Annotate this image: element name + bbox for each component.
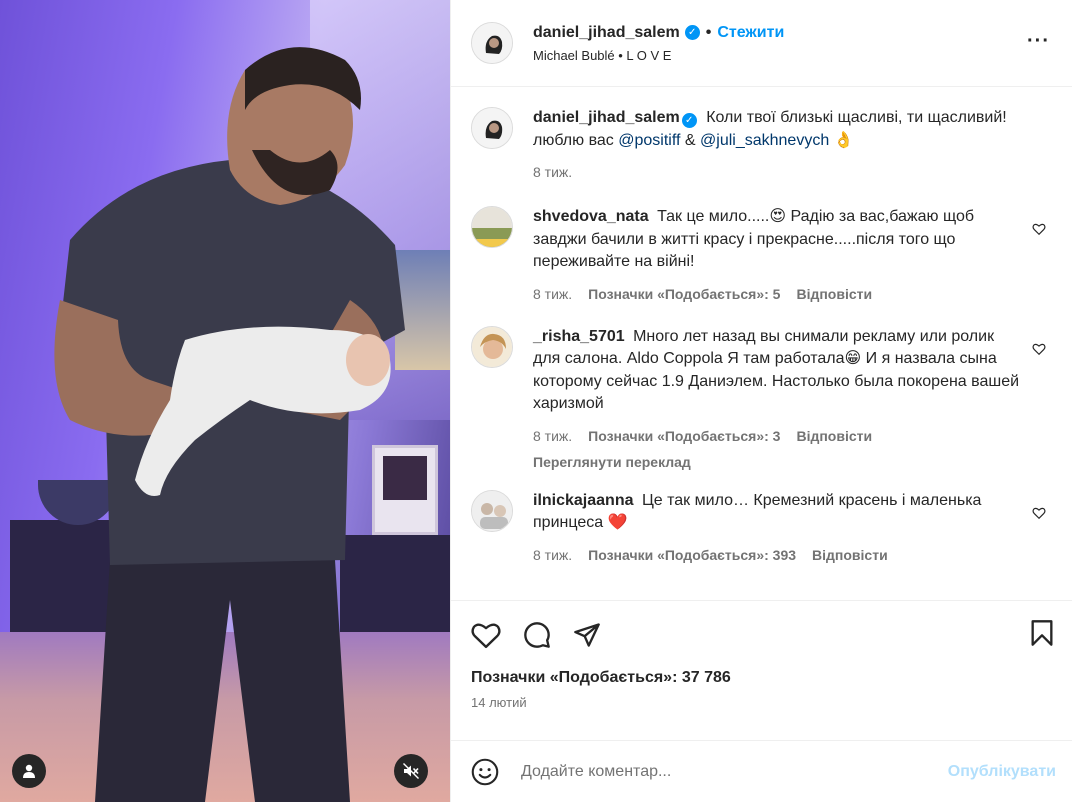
smiley-face-icon: [471, 758, 499, 785]
mention-link[interactable]: @positiff: [618, 132, 680, 149]
comment-like-button[interactable]: [1032, 342, 1046, 356]
instagram-post-view: daniel_jihad_salem ✓ • Стежити Michael B…: [0, 0, 1072, 802]
author-avatar[interactable]: [471, 22, 513, 64]
commenter-avatar[interactable]: [471, 489, 513, 532]
more-horizontal-icon[interactable]: ···: [1027, 30, 1050, 53]
post-likes-count[interactable]: Позначки «Подобається»: 37 786: [471, 669, 1056, 687]
separator-dot: •: [705, 23, 712, 41]
reply-button[interactable]: Відповісти: [812, 547, 888, 563]
commenter-avatar[interactable]: [471, 325, 513, 368]
see-translation-button[interactable]: Переглянути переклад: [533, 454, 1023, 470]
commenter-avatar-image: [472, 326, 512, 367]
audio-track-link[interactable]: Michael Bublé • L O V E: [533, 48, 784, 63]
comment-item: shvedova_nata Так це мило.....😍 Радію за…: [471, 206, 1056, 302]
commenter-username[interactable]: shvedova_nata: [533, 208, 649, 225]
comment-time[interactable]: 8 тиж.: [533, 547, 572, 563]
comment-meta: 8 тиж. Позначки «Подобається»: 393 Відпо…: [533, 547, 1023, 563]
comment-likes-count[interactable]: Позначки «Подобається»: 393: [588, 547, 796, 563]
share-button[interactable]: [573, 621, 601, 649]
reply-button[interactable]: Відповісти: [796, 428, 872, 444]
reply-button[interactable]: Відповісти: [796, 286, 872, 302]
post-caption: daniel_jihad_salem ✓ Коли твої близькі ща…: [471, 107, 1056, 180]
bookmark-icon: [1031, 620, 1053, 646]
commenter-avatar[interactable]: [471, 206, 513, 248]
heart-icon: [1032, 507, 1046, 519]
mention-link[interactable]: @juli_sakhnevych: [700, 132, 829, 149]
caption-avatar-image: [472, 108, 512, 148]
verified-badge-icon: ✓: [684, 25, 700, 40]
heart-icon: [471, 623, 501, 649]
paper-plane-icon: [574, 623, 600, 647]
post-side-panel: daniel_jihad_salem ✓ • Стежити Michael B…: [450, 0, 1072, 802]
comment-time[interactable]: 8 тиж.: [533, 286, 572, 302]
speaker-muted-icon: [403, 763, 419, 779]
publish-button[interactable]: Опублікувати: [948, 763, 1056, 781]
commenter-username[interactable]: _risha_5701: [533, 328, 625, 345]
post-date[interactable]: 14 лютий: [471, 695, 1056, 710]
comment-item: ilnickajaanna Це так мило… Кремезний кра…: [471, 489, 1056, 563]
user-icon: [23, 764, 35, 778]
follow-button[interactable]: Стежити: [717, 24, 784, 42]
action-buttons: [471, 617, 1056, 653]
post-actions: Позначки «Подобається»: 37 786 14 лютий: [451, 600, 1072, 740]
comment-bubble-icon: [524, 622, 550, 648]
comment-likes-count[interactable]: Позначки «Подобається»: 5: [588, 286, 780, 302]
caption-username[interactable]: daniel_jihad_salem: [533, 109, 680, 126]
comment-like-button[interactable]: [1032, 506, 1046, 520]
caption-verified-badge-icon: ✓: [681, 113, 697, 128]
comment-meta: 8 тиж. Позначки «Подобається»: 3 Відпові…: [533, 428, 1023, 444]
comment-meta: 8 тиж. Позначки «Подобається»: 5 Відпові…: [533, 286, 1023, 302]
like-button[interactable]: [471, 621, 501, 649]
commenter-avatar-image: [472, 490, 512, 531]
emoji-button[interactable]: [471, 758, 499, 786]
caption-text-block: daniel_jihad_salem ✓ Коли твої близькі ща…: [533, 107, 1023, 152]
add-comment-bar: Опублікувати: [451, 740, 1072, 802]
comment-like-button[interactable]: [1032, 222, 1046, 236]
comment-likes-count[interactable]: Позначки «Подобається»: 3: [588, 428, 780, 444]
comment-input[interactable]: [521, 762, 948, 781]
man-holding-baby-illustration: [54, 47, 405, 802]
post-video[interactable]: [0, 0, 450, 802]
mute-button[interactable]: [394, 754, 428, 788]
author-username[interactable]: daniel_jihad_salem: [533, 24, 680, 42]
author-info: daniel_jihad_salem ✓ • Стежити Michael B…: [533, 24, 784, 63]
author-avatar-image: [472, 23, 512, 63]
commenter-avatar-image: [472, 207, 512, 247]
caption-meta: 8 тиж.: [533, 164, 1023, 180]
commenter-username[interactable]: ilnickajaanna: [533, 492, 634, 509]
comment-item: _risha_5701 Много лет назад вы снимали р…: [471, 325, 1056, 470]
comment-button[interactable]: [523, 621, 551, 649]
caption-author-avatar[interactable]: [471, 107, 513, 149]
tagged-users-button[interactable]: [12, 754, 46, 788]
caption-amp: &: [684, 131, 696, 149]
caption-emoji: 👌: [833, 131, 854, 149]
heart-icon: [1032, 223, 1046, 236]
post-header: daniel_jihad_salem ✓ • Стежити Michael B…: [451, 0, 1072, 87]
comments-section[interactable]: daniel_jihad_salem ✓ Коли твої близькі ща…: [451, 87, 1072, 600]
comment-time[interactable]: 8 тиж.: [533, 428, 572, 444]
save-button[interactable]: [1030, 619, 1054, 647]
caption-time[interactable]: 8 тиж.: [533, 164, 572, 180]
heart-icon: [1032, 343, 1046, 355]
